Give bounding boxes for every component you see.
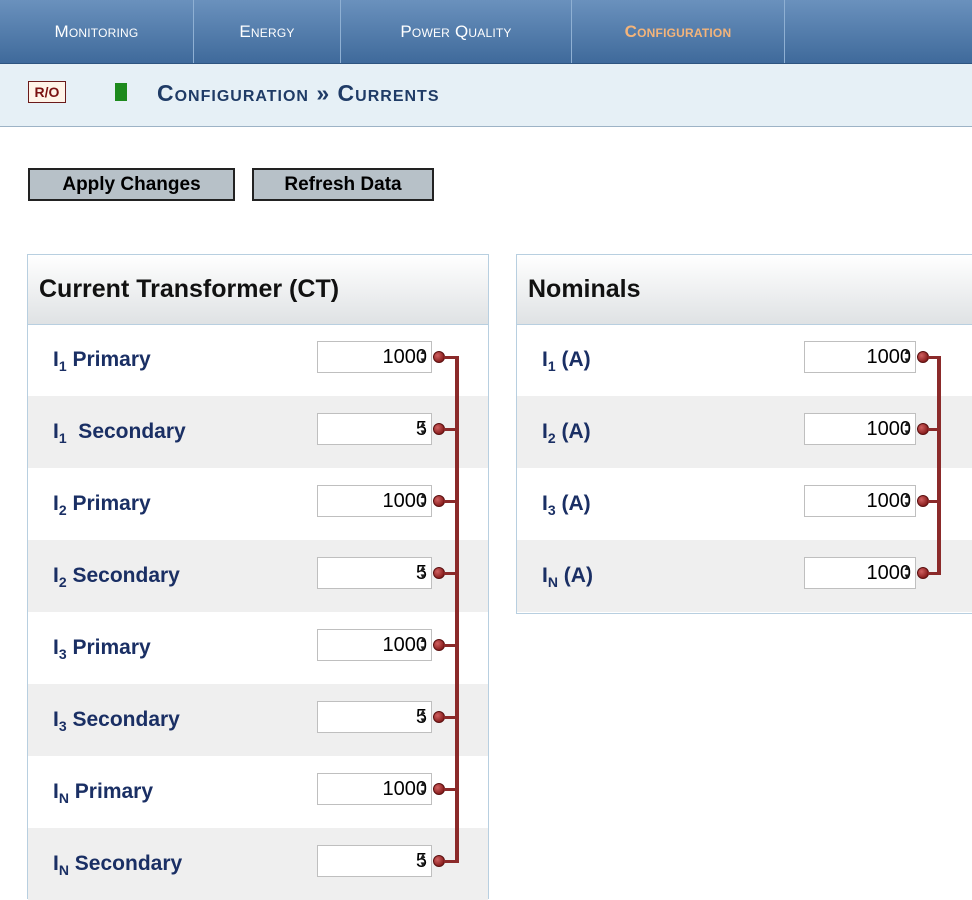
link-connector [928,356,937,359]
link-bus [455,356,459,863]
nominals-panel-title: Nominals [528,275,641,303]
link-connector [444,860,455,863]
row-label: I1 Primary [53,348,151,375]
number-input[interactable]: 1000 [804,557,916,589]
row-label: I2 Secondary [53,564,180,591]
ct-panel: Current Transformer (CT) I1 Primary 1000 ▲… [27,254,489,900]
link-connector [444,500,455,503]
link-connector [928,500,937,503]
number-input[interactable]: 1000 [317,341,432,373]
up-down-spinner-icon[interactable]: ▲ ▼ [418,491,428,509]
row-label: I2 (A) [542,420,591,447]
up-down-spinner-icon[interactable]: ▲ ▼ [418,347,428,365]
up-down-spinner-icon[interactable]: ▲ ▼ [418,707,428,725]
tab-energy[interactable]: Energy [194,0,341,63]
table-row: I2 Secondary 5 ▲ ▼ [28,540,488,612]
table-row: IN Secondary 5 ▲ ▼ [28,828,488,900]
link-bus [937,356,941,575]
tab-configuration[interactable]: Configuration [572,0,785,63]
up-down-spinner-icon[interactable]: ▲ ▼ [418,851,428,869]
up-down-spinner-icon[interactable]: ▲ ▼ [902,491,912,509]
link-connector [444,572,455,575]
number-input[interactable]: 1000 [804,413,916,445]
refresh-data-button[interactable]: Refresh Data [252,168,434,201]
ct-panel-title: Current Transformer (CT) [39,275,340,303]
status-indicator-icon [115,83,127,101]
nominals-panel: Nominals I1 (A) 1000 ▲ ▼ I2 (A) 1000 ▲ ▼ I3 (A) 1… [516,254,972,614]
table-row: I2 (A) 1000 ▲ ▼ [517,396,972,468]
table-row: I3 Primary 1000 ▲ ▼ [28,612,488,684]
number-input[interactable]: 1000 [317,773,432,805]
number-input[interactable]: 1000 [317,629,432,661]
row-label: IN Primary [53,780,154,807]
number-input[interactable]: 5 [317,701,432,733]
link-connector [928,428,937,431]
table-row: I1 (A) 1000 ▲ ▼ [517,324,972,396]
up-down-spinner-icon[interactable]: ▲ ▼ [902,347,912,365]
row-label: I2 Primary [53,492,151,519]
link-connector [444,428,455,431]
link-connector [444,644,455,647]
row-label: I1 (A) [542,348,591,375]
apply-changes-button[interactable]: Apply Changes [28,168,235,201]
row-label: IN Secondary [53,852,183,879]
number-input[interactable]: 5 [317,557,432,589]
row-label: I3 (A) [542,492,591,519]
page-title: Configuration » Currents [157,80,440,106]
tab-power-quality[interactable]: Power Quality [341,0,572,63]
top-nav: Monitoring Energy Power Quality Configur… [0,0,972,64]
row-label: I1 Secondary [53,420,186,447]
number-input[interactable]: 1000 [804,341,916,373]
table-row: IN (A) 1000 ▲ ▼ [517,540,972,612]
number-input[interactable]: 1000 [317,485,432,517]
table-row: I3 (A) 1000 ▲ ▼ [517,468,972,540]
breadcrumb-bar [0,64,972,127]
number-input[interactable]: 5 [317,845,432,877]
up-down-spinner-icon[interactable]: ▲ ▼ [902,563,912,581]
link-connector [444,716,455,719]
link-connector [444,356,455,359]
row-label: I3 Secondary [53,708,180,735]
row-label: IN (A) [542,564,593,591]
number-input[interactable]: 5 [317,413,432,445]
number-input[interactable]: 1000 [804,485,916,517]
ct-panel-header: Current Transformer (CT) [28,255,488,325]
up-down-spinner-icon[interactable]: ▲ ▼ [418,779,428,797]
table-row: I1 Secondary 5 ▲ ▼ [28,396,488,468]
tab-monitoring[interactable]: Monitoring [0,0,194,63]
nominals-panel-header: Nominals [517,255,972,325]
table-row: I2 Primary 1000 ▲ ▼ [28,468,488,540]
read-only-badge: R/O [28,81,66,103]
up-down-spinner-icon[interactable]: ▲ ▼ [418,419,428,437]
table-row: I3 Secondary 5 ▲ ▼ [28,684,488,756]
up-down-spinner-icon[interactable]: ▲ ▼ [418,635,428,653]
table-row: IN Primary 1000 ▲ ▼ [28,756,488,828]
row-label: I3 Primary [53,636,151,663]
link-connector [444,788,455,791]
table-row: I1 Primary 1000 ▲ ▼ [28,324,488,396]
up-down-spinner-icon[interactable]: ▲ ▼ [418,563,428,581]
up-down-spinner-icon[interactable]: ▲ ▼ [902,419,912,437]
link-connector [928,572,937,575]
